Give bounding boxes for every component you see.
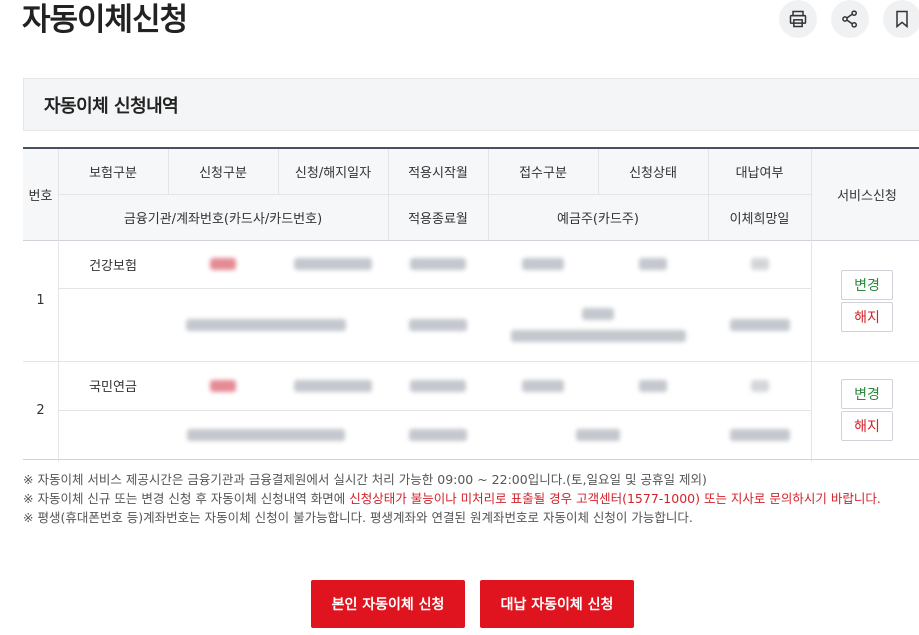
row-1-request-date (278, 240, 388, 288)
notice-status-highlight: 신청상태가 불능이나 미처리로 표출될 경우 고객센터(1577-1000) 또… (349, 491, 881, 506)
row-1-depositor (488, 288, 708, 361)
row-2-insurance-type: 국민연금 (89, 380, 137, 395)
header-request-type: 신청구분 (199, 166, 247, 181)
row-1-request-status (598, 240, 708, 288)
row-1-change-button[interactable]: 변경 (841, 270, 893, 300)
header-end-month: 적용종료월 (408, 211, 468, 227)
row-2-start-month (388, 361, 488, 410)
header-depositor: 예금주(카드주) (557, 211, 639, 227)
header-transfer-day: 이체희망일 (729, 211, 790, 227)
row-1-insurance-type: 건강보험 (89, 258, 137, 274)
header-no: 번호 (28, 189, 53, 204)
row-1-request-type (168, 240, 278, 288)
section-title: 자동이체 신청내역 (44, 95, 179, 117)
row-2-request-date (278, 361, 388, 410)
row-2-request-status (598, 361, 708, 410)
print-button[interactable] (779, 0, 817, 38)
header-proxy-payment: 대납여부 (735, 166, 784, 181)
header-start-month: 적용시작월 (408, 166, 468, 181)
row-1-transfer-day (708, 288, 811, 361)
bookmark-button[interactable] (883, 0, 919, 38)
proxy-apply-button[interactable]: 대납 자동이체 신청 (480, 580, 634, 628)
page-title: 자동이체신청 (22, 2, 188, 38)
row-2-receipt-type (488, 361, 598, 410)
notice-service-hours: ※ 자동이체 서비스 제공시간은 금융기관과 금융결제원에서 실시간 처리 가능… (23, 472, 707, 487)
transfer-table: 번호 보험구분 신청구분 신청/해지일자 적용시작월 접수구분 신청상태 대납여… (23, 147, 919, 462)
row-2-no: 2 (36, 403, 45, 418)
header-request-date: 신청/해지일자 (294, 166, 372, 181)
row-2-proxy-payment (708, 361, 811, 410)
header-bank-account: 금융기관/계좌번호(카드사/카드번호) (123, 211, 323, 227)
row-1-start-month (388, 240, 488, 288)
notice-lifetime-account: ※ 평생(휴대폰번호 등)계좌번호는 자동이체 신청이 불가능합니다. 평생계좌… (23, 510, 693, 525)
row-2-cancel-button[interactable]: 해지 (841, 411, 893, 441)
row-1-proxy-payment (708, 240, 811, 288)
row-2-transfer-day (708, 410, 811, 460)
header-request-status: 신청상태 (629, 166, 677, 181)
print-icon (789, 10, 807, 28)
row-2-depositor (488, 410, 708, 460)
row-2-request-type (168, 361, 278, 410)
row-2-change-button[interactable]: 변경 (841, 379, 893, 409)
row-1-bank-account (143, 288, 388, 361)
row-2-end-month (388, 410, 488, 460)
header-receipt-type: 접수구분 (519, 166, 567, 181)
notice-status-prefix: ※ 자동이체 신규 또는 변경 신청 후 자동이체 신청내역 화면에 (23, 491, 350, 506)
row-2-bank-account (143, 410, 388, 460)
row-1-cancel-button[interactable]: 해지 (841, 302, 893, 332)
row-1-receipt-type (488, 240, 598, 288)
self-apply-button[interactable]: 본인 자동이체 신청 (311, 580, 465, 628)
row-1-no: 1 (36, 293, 45, 308)
share-icon (842, 10, 857, 28)
header-service: 서비스신청 (837, 189, 897, 204)
bookmark-icon (896, 10, 908, 29)
notice-list: ※ 자동이체 서비스 제공시간은 금융기관과 금융결제원에서 실시간 처리 가능… (23, 470, 919, 527)
notice-status-inquiry: ※ 자동이체 신규 또는 변경 신청 후 자동이체 신청내역 화면에 신청상태가… (23, 489, 919, 508)
header-insurance-type: 보험구분 (89, 166, 137, 181)
row-1-end-month (388, 288, 488, 361)
section-header: 자동이체 신청내역 (23, 78, 919, 131)
share-button[interactable] (831, 0, 869, 38)
